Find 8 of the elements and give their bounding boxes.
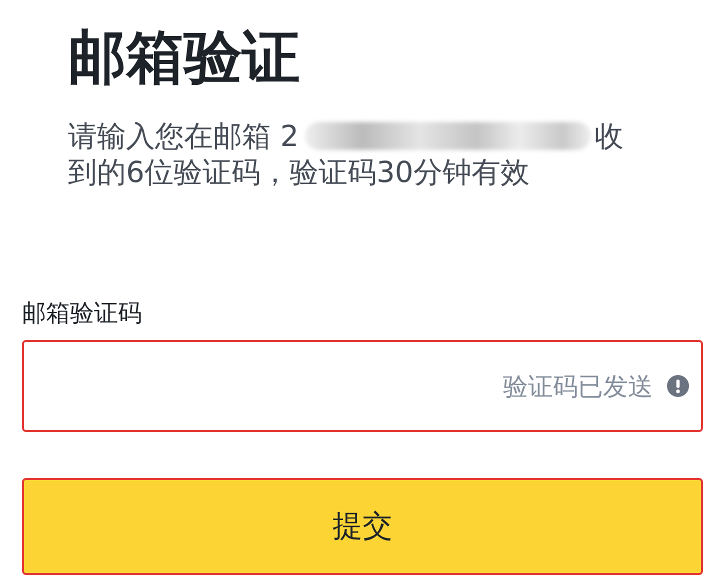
- prompt-text: 请输入您在邮箱 2: [68, 118, 299, 154]
- exclamation-icon: [667, 375, 689, 397]
- field-label: 邮箱验证码: [22, 298, 143, 328]
- page-title: 邮箱验证: [68, 22, 301, 92]
- submit-button[interactable]: 提交: [22, 478, 703, 575]
- prompt-text: 收: [594, 118, 624, 154]
- prompt-text: 到的6位验证码，验证码30分钟有效: [68, 154, 530, 190]
- field-message: 验证码已发送: [503, 370, 653, 402]
